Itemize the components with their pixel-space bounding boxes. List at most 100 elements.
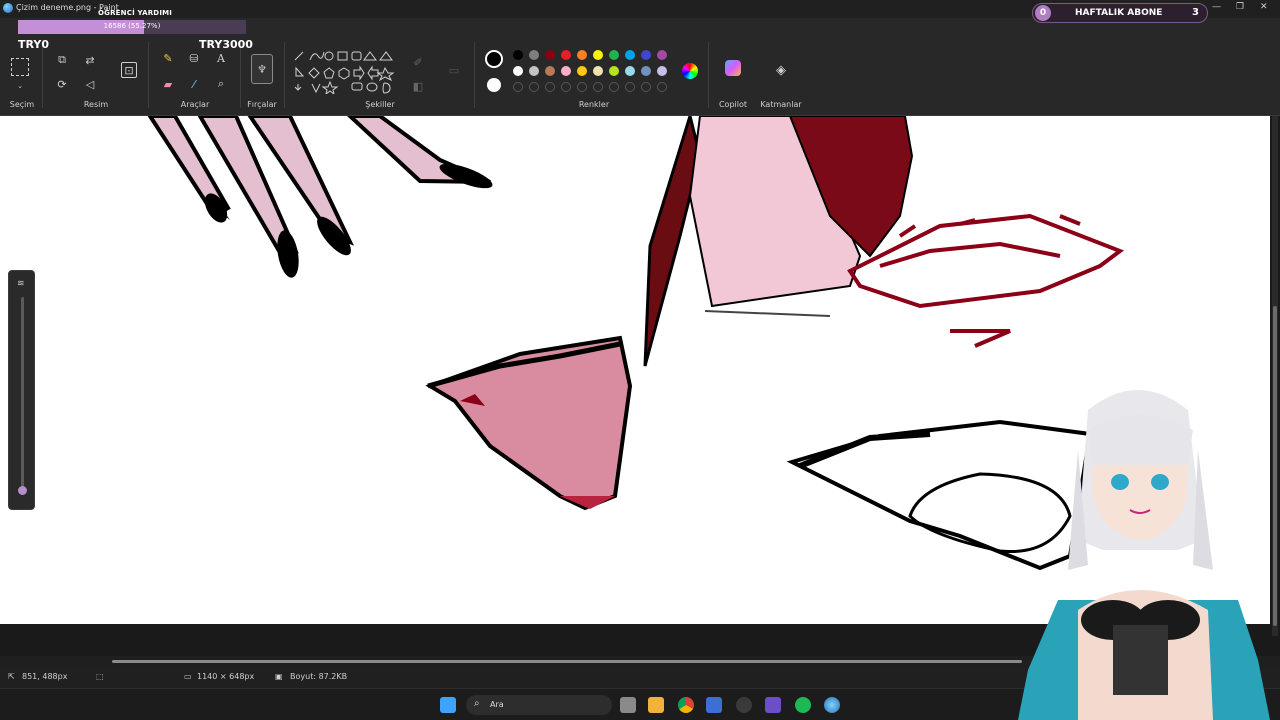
- slider-track[interactable]: [21, 297, 24, 489]
- subscriber-count-badge: 0: [1035, 5, 1051, 21]
- color-swatch[interactable]: [593, 50, 603, 60]
- cursor-position: 851, 488px: [22, 672, 68, 681]
- divider: [284, 42, 285, 108]
- selection-tool-icon[interactable]: [11, 58, 29, 76]
- file-explorer-icon[interactable]: [648, 697, 664, 713]
- canvas-size-icon: ▭: [184, 672, 192, 681]
- goal-start-label: TRY0: [18, 38, 49, 51]
- color-swatch[interactable]: [513, 50, 523, 60]
- magnifier-icon[interactable]: ⌕: [213, 76, 229, 92]
- color-swatch[interactable]: [625, 50, 635, 60]
- task-view-icon[interactable]: [620, 697, 636, 713]
- image-select-icon[interactable]: ⊡: [121, 62, 137, 78]
- color-swatch[interactable]: [609, 50, 619, 60]
- color-swatch[interactable]: [513, 66, 523, 76]
- divider: [240, 42, 241, 108]
- chevron-down-icon[interactable]: ⌄: [12, 78, 28, 94]
- obs-icon[interactable]: [736, 697, 752, 713]
- custom-color-slot[interactable]: [545, 82, 555, 92]
- pencil-icon[interactable]: ✎: [160, 50, 176, 66]
- chrome-icon[interactable]: [678, 697, 694, 713]
- horizontal-scroll-thumb[interactable]: [112, 660, 1022, 663]
- app-icon[interactable]: [706, 697, 722, 713]
- color-swatch[interactable]: [561, 50, 571, 60]
- color-swatch[interactable]: [657, 50, 667, 60]
- color-swatch[interactable]: [529, 50, 539, 60]
- vtube-studio-icon[interactable]: [765, 697, 781, 713]
- copilot-icon[interactable]: [725, 60, 741, 76]
- brush-size-slider[interactable]: ≋: [8, 270, 35, 510]
- secondary-color[interactable]: [487, 78, 501, 92]
- flip-icon[interactable]: ◁: [82, 76, 98, 92]
- color-swatch[interactable]: [609, 66, 619, 76]
- canvas-size: 1140 × 648px: [197, 672, 255, 681]
- goal-progress-bar: 16586 (55.27%): [18, 20, 246, 34]
- custom-color-slot[interactable]: [593, 82, 603, 92]
- divider: [708, 42, 709, 108]
- color-swatch[interactable]: [641, 50, 651, 60]
- text-tool-icon[interactable]: A: [213, 50, 229, 66]
- start-icon[interactable]: [440, 697, 456, 713]
- primary-color[interactable]: [485, 50, 503, 68]
- subscriber-label: HAFTALIK ABONE: [1075, 8, 1163, 18]
- color-swatch[interactable]: [641, 66, 651, 76]
- student-help-label: ÖĞRENCİ YARDIMI: [98, 9, 173, 17]
- color-swatch[interactable]: [657, 66, 667, 76]
- divider: [42, 42, 43, 108]
- color-swatch[interactable]: [561, 66, 571, 76]
- copilot-button[interactable]: Copilot: [716, 100, 750, 109]
- custom-color-slot[interactable]: [529, 82, 539, 92]
- paint-app: Çizim deneme.png - Paint — ❐ ✕ ⌄ Seçim ⧉…: [0, 0, 1280, 720]
- color-picker-icon[interactable]: ⁄: [186, 76, 202, 92]
- fill-bucket-icon[interactable]: ⛁: [186, 50, 202, 66]
- custom-color-slot[interactable]: [657, 82, 667, 92]
- color-swatch[interactable]: [625, 66, 635, 76]
- divider: [148, 42, 149, 108]
- fill-icon[interactable]: ◧: [410, 78, 426, 94]
- group-label-tools: Araçlar: [180, 100, 210, 109]
- close-icon[interactable]: ✕: [1260, 2, 1268, 12]
- resize-icon[interactable]: ⇄: [82, 52, 98, 68]
- taskbar-search[interactable]: ⌕ Ara: [466, 695, 612, 715]
- vertical-scrollbar[interactable]: [1272, 116, 1278, 636]
- color-swatch[interactable]: [577, 66, 587, 76]
- custom-color-slot[interactable]: [609, 82, 619, 92]
- outline-icon[interactable]: ✐: [410, 54, 426, 70]
- vertical-scroll-thumb[interactable]: [1273, 306, 1277, 626]
- color-swatch[interactable]: [529, 66, 539, 76]
- group-label-image: Resim: [83, 100, 109, 109]
- shapes-gallery[interactable]: [292, 48, 404, 94]
- paint-taskbar-icon[interactable]: [824, 697, 840, 713]
- custom-color-slot[interactable]: [561, 82, 571, 92]
- minimize-icon[interactable]: —: [1212, 2, 1221, 12]
- custom-color-slot[interactable]: [577, 82, 587, 92]
- search-icon: ⌕: [474, 698, 480, 709]
- crop-icon[interactable]: ⧉: [54, 52, 70, 68]
- layers-button[interactable]: Katmanlar: [760, 100, 802, 109]
- paint-app-icon: [3, 3, 13, 13]
- brush-icon[interactable]: ♆: [251, 54, 273, 84]
- file-size: Boyut: 87.2KB: [290, 672, 348, 681]
- group-label-brushes: Fırçalar: [247, 100, 277, 109]
- vtuber-avatar: [1018, 390, 1270, 720]
- edit-colors-icon[interactable]: [682, 63, 698, 79]
- shape-style-icon[interactable]: ▭: [446, 62, 462, 78]
- color-swatch[interactable]: [593, 66, 603, 76]
- goal-progress-text: 16586 (55.27%): [103, 22, 161, 30]
- color-swatch[interactable]: [545, 66, 555, 76]
- custom-color-slot[interactable]: [513, 82, 523, 92]
- custom-color-slot[interactable]: [641, 82, 651, 92]
- rotate-icon[interactable]: ⟳: [54, 76, 70, 92]
- slider-knob[interactable]: [18, 486, 27, 495]
- maximize-icon[interactable]: ❐: [1236, 2, 1244, 12]
- layers-icon[interactable]: ◈: [773, 62, 789, 78]
- brush-size-icon: ≋: [17, 279, 25, 289]
- goal-end-label: TRY3000: [199, 38, 253, 51]
- spotify-icon[interactable]: [795, 697, 811, 713]
- color-swatch[interactable]: [577, 50, 587, 60]
- custom-color-slot[interactable]: [625, 82, 635, 92]
- hair-strand: [643, 116, 702, 367]
- color-swatch[interactable]: [545, 50, 555, 60]
- eraser-icon[interactable]: ▰: [160, 76, 176, 92]
- selection-size-icon: ⬚: [96, 672, 104, 681]
